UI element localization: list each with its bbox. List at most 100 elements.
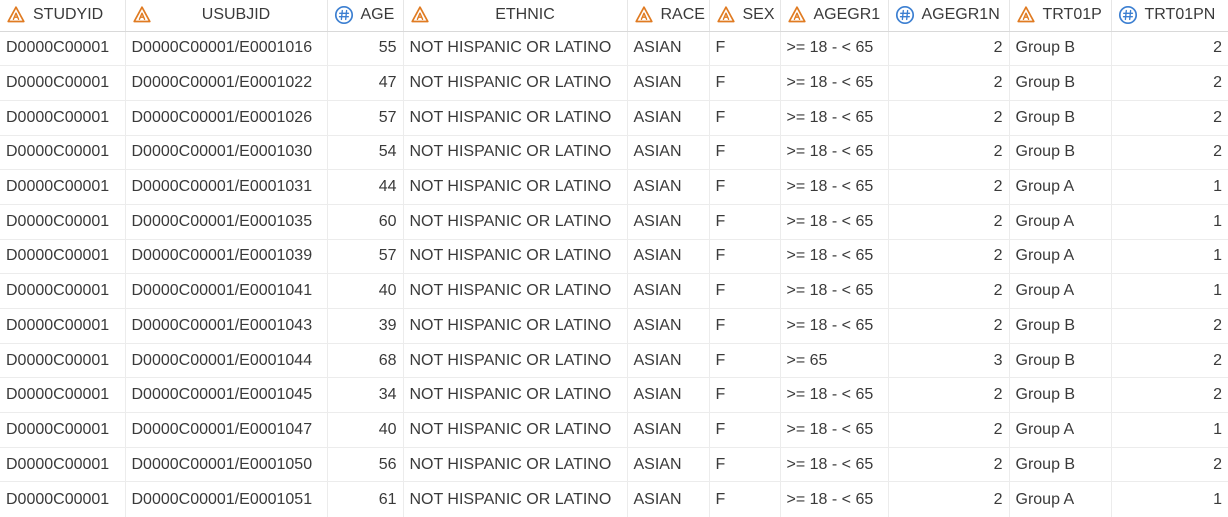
table-row[interactable]: D0000C00001 D0000C00001/E0001031 44 NOT HIS… bbox=[0, 169, 1228, 205]
table-row[interactable]: D0000C00001 D0000C00001/E0001022 47 NOT HIS… bbox=[0, 65, 1228, 101]
cell-trt01pn[interactable]: 2 bbox=[1111, 31, 1228, 67]
cell-race[interactable]: ASIAN bbox=[627, 169, 710, 205]
cell-usubjid[interactable]: D0000C00001/E0001039 bbox=[125, 239, 328, 275]
cell-agegr1n[interactable]: 2 bbox=[888, 239, 1010, 275]
cell-ethnic[interactable]: NOT HISPANIC OR LATINO bbox=[403, 31, 628, 67]
cell-race[interactable]: ASIAN bbox=[627, 239, 710, 275]
cell-sex[interactable]: F bbox=[709, 169, 781, 205]
cell-sex[interactable]: F bbox=[709, 377, 781, 414]
cell-trt01p[interactable]: Group B bbox=[1009, 31, 1112, 67]
cell-agegr1[interactable]: >= 18 - < 65 bbox=[780, 169, 889, 205]
table-row[interactable]: D0000C00001 D0000C00001/E0001030 54 NOT HIS… bbox=[0, 135, 1228, 171]
cell-ethnic[interactable]: NOT HISPANIC OR LATINO bbox=[403, 204, 628, 240]
cell-studyid[interactable]: D0000C00001 bbox=[0, 239, 126, 275]
cell-ethnic[interactable]: NOT HISPANIC OR LATINO bbox=[403, 135, 628, 171]
cell-sex[interactable]: F bbox=[709, 204, 781, 240]
cell-race[interactable]: ASIAN bbox=[627, 100, 710, 136]
cell-usubjid[interactable]: D0000C00001/E0001043 bbox=[125, 308, 328, 344]
cell-ethnic[interactable]: NOT HISPANIC OR LATINO bbox=[403, 343, 628, 379]
cell-race[interactable]: ASIAN bbox=[627, 481, 710, 517]
table-row[interactable]: D0000C00001 D0000C00001/E0001044 68 NOT HIS… bbox=[0, 343, 1228, 379]
table-row[interactable]: D0000C00001 D0000C00001/E0001016 55 NOT HIS… bbox=[0, 31, 1228, 67]
cell-agegr1[interactable]: >= 18 - < 65 bbox=[780, 273, 889, 309]
cell-race[interactable]: ASIAN bbox=[627, 273, 710, 309]
cell-trt01pn[interactable]: 2 bbox=[1111, 308, 1228, 344]
cell-agegr1n[interactable]: 2 bbox=[888, 204, 1010, 240]
cell-age[interactable]: 40 bbox=[327, 273, 404, 309]
table-row[interactable]: D0000C00001 D0000C00001/E0001047 40 NOT HIS… bbox=[0, 412, 1228, 448]
cell-age[interactable]: 57 bbox=[327, 100, 404, 136]
cell-studyid[interactable]: D0000C00001 bbox=[0, 481, 126, 517]
cell-agegr1n[interactable]: 3 bbox=[888, 343, 1010, 379]
column-header-studyid[interactable]: STUDYID bbox=[0, 0, 126, 32]
cell-ethnic[interactable]: NOT HISPANIC OR LATINO bbox=[403, 273, 628, 309]
cell-race[interactable]: ASIAN bbox=[627, 343, 710, 379]
cell-studyid[interactable]: D0000C00001 bbox=[0, 135, 126, 171]
cell-trt01p[interactable]: Group A bbox=[1009, 273, 1112, 309]
cell-trt01pn[interactable]: 1 bbox=[1111, 169, 1228, 205]
cell-ethnic[interactable]: NOT HISPANIC OR LATINO bbox=[403, 447, 628, 483]
cell-trt01pn[interactable]: 2 bbox=[1111, 447, 1228, 483]
cell-ethnic[interactable]: NOT HISPANIC OR LATINO bbox=[403, 100, 628, 136]
table-row[interactable]: D0000C00001 D0000C00001/E0001050 56 NOT HIS… bbox=[0, 447, 1228, 483]
cell-ethnic[interactable]: NOT HISPANIC OR LATINO bbox=[403, 481, 628, 517]
table-row[interactable]: D0000C00001 D0000C00001/E0001051 61 NOT HIS… bbox=[0, 481, 1228, 517]
cell-agegr1[interactable]: >= 18 - < 65 bbox=[780, 412, 889, 448]
cell-agegr1n[interactable]: 2 bbox=[888, 377, 1010, 414]
cell-usubjid[interactable]: D0000C00001/E0001051 bbox=[125, 481, 328, 517]
cell-agegr1[interactable]: >= 18 - < 65 bbox=[780, 31, 889, 67]
cell-trt01pn[interactable]: 1 bbox=[1111, 204, 1228, 240]
cell-trt01pn[interactable]: 2 bbox=[1111, 100, 1228, 136]
cell-trt01p[interactable]: Group A bbox=[1009, 412, 1112, 448]
cell-agegr1n[interactable]: 2 bbox=[888, 481, 1010, 517]
cell-studyid[interactable]: D0000C00001 bbox=[0, 204, 126, 240]
cell-trt01p[interactable]: Group B bbox=[1009, 135, 1112, 171]
cell-usubjid[interactable]: D0000C00001/E0001050 bbox=[125, 447, 328, 483]
cell-sex[interactable]: F bbox=[709, 135, 781, 171]
cell-sex[interactable]: F bbox=[709, 343, 781, 379]
cell-age[interactable]: 56 bbox=[327, 447, 404, 483]
cell-studyid[interactable]: D0000C00001 bbox=[0, 343, 126, 379]
cell-age[interactable]: 61 bbox=[327, 481, 404, 517]
cell-agegr1[interactable]: >= 18 - < 65 bbox=[780, 100, 889, 136]
table-row[interactable]: D0000C00001 D0000C00001/E0001045 34 NOT HIS… bbox=[0, 377, 1228, 414]
cell-sex[interactable]: F bbox=[709, 31, 781, 67]
cell-trt01pn[interactable]: 1 bbox=[1111, 482, 1228, 517]
cell-age[interactable]: 39 bbox=[327, 308, 404, 344]
cell-studyid[interactable]: D0000C00001 bbox=[0, 273, 126, 309]
cell-sex[interactable]: F bbox=[709, 273, 781, 309]
cell-agegr1[interactable]: >= 18 - < 65 bbox=[780, 65, 889, 101]
cell-studyid[interactable]: D0000C00001 bbox=[0, 169, 126, 205]
cell-usubjid[interactable]: D0000C00001/E0001047 bbox=[125, 412, 328, 448]
cell-agegr1[interactable]: >= 18 - < 65 bbox=[780, 135, 889, 171]
cell-studyid[interactable]: D0000C00001 bbox=[0, 308, 126, 344]
cell-trt01p[interactable]: Group B bbox=[1009, 377, 1112, 414]
cell-usubjid[interactable]: D0000C00001/E0001022 bbox=[125, 65, 328, 101]
cell-trt01pn[interactable]: 2 bbox=[1111, 377, 1228, 414]
cell-ethnic[interactable]: NOT HISPANIC OR LATINO bbox=[403, 412, 628, 448]
cell-studyid[interactable]: D0000C00001 bbox=[0, 412, 126, 448]
column-header-agegr1[interactable]: AGEGR1 bbox=[780, 0, 889, 32]
cell-usubjid[interactable]: D0000C00001/E0001030 bbox=[125, 135, 328, 171]
cell-agegr1[interactable]: >= 18 - < 65 bbox=[780, 308, 889, 344]
cell-sex[interactable]: F bbox=[709, 65, 781, 101]
cell-agegr1[interactable]: >= 18 - < 65 bbox=[780, 447, 889, 483]
cell-trt01pn[interactable]: 1 bbox=[1111, 412, 1228, 448]
cell-trt01pn[interactable]: 2 bbox=[1111, 65, 1228, 101]
cell-race[interactable]: ASIAN bbox=[627, 377, 710, 414]
cell-age[interactable]: 47 bbox=[327, 65, 404, 101]
table-row[interactable]: D0000C00001 D0000C00001/E0001035 60 NOT HIS… bbox=[0, 204, 1228, 240]
column-header-sex[interactable]: SEX bbox=[709, 0, 781, 32]
cell-ethnic[interactable]: NOT HISPANIC OR LATINO bbox=[403, 239, 628, 275]
cell-trt01p[interactable]: Group A bbox=[1009, 204, 1112, 240]
cell-agegr1n[interactable]: 2 bbox=[888, 65, 1010, 101]
column-header-usubjid[interactable]: USUBJID bbox=[125, 0, 328, 32]
cell-age[interactable]: 44 bbox=[327, 169, 404, 205]
cell-usubjid[interactable]: D0000C00001/E0001041 bbox=[125, 273, 328, 309]
cell-trt01pn[interactable]: 2 bbox=[1111, 135, 1228, 171]
cell-age[interactable]: 55 bbox=[327, 31, 404, 67]
cell-usubjid[interactable]: D0000C00001/E0001045 bbox=[125, 377, 328, 414]
cell-age[interactable]: 60 bbox=[327, 204, 404, 240]
cell-studyid[interactable]: D0000C00001 bbox=[0, 377, 126, 414]
cell-trt01p[interactable]: Group B bbox=[1009, 343, 1112, 379]
